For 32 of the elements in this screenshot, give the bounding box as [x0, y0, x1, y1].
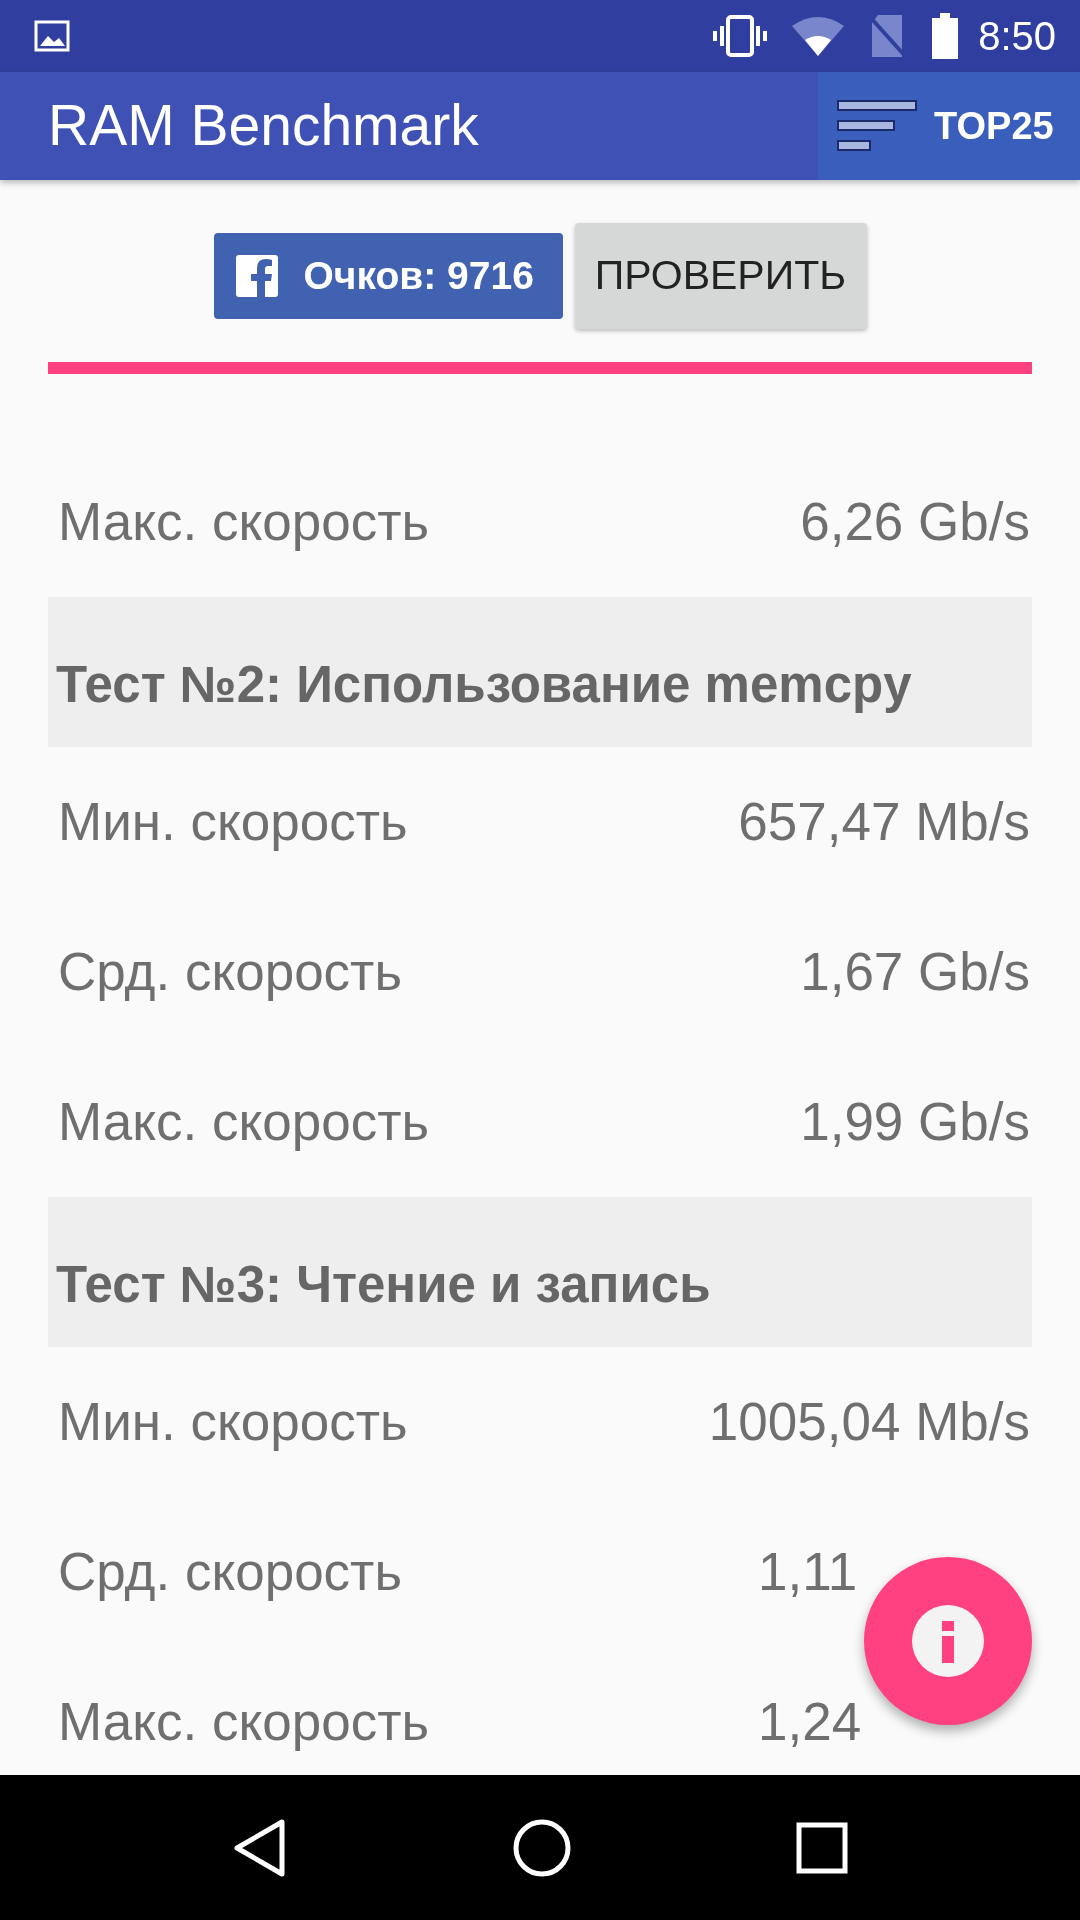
- metric-value: 1005,04 Mb/s: [708, 1391, 1030, 1454]
- wifi-icon: [792, 16, 845, 56]
- metric-value: 6,26 Gb/s: [800, 491, 1030, 554]
- metric-value: 657,47 Mb/s: [738, 791, 1030, 854]
- clock: 8:50: [978, 13, 1056, 60]
- metric-label: Макс. скорость: [58, 491, 430, 554]
- back-icon[interactable]: [232, 1817, 288, 1878]
- image-icon: [34, 20, 70, 52]
- list-icon: [836, 99, 918, 153]
- metric-label: Макс. скорость: [58, 1091, 430, 1154]
- metric-value: 1,11: [758, 1541, 858, 1604]
- metric-label: Срд. скорость: [58, 941, 402, 1004]
- section-header: Тест №3: Чтение и запись: [56, 1254, 711, 1315]
- top25-button[interactable]: TOP25: [818, 72, 1080, 180]
- metric-value: 1,24: [758, 1691, 862, 1754]
- metric-value: 1,67 Gb/s: [800, 941, 1030, 1004]
- score-button[interactable]: Очков: 9716: [213, 233, 563, 319]
- info-button[interactable]: [864, 1557, 1032, 1725]
- recents-icon[interactable]: [796, 1821, 848, 1874]
- check-button[interactable]: ПРОВЕРИТЬ: [574, 223, 867, 329]
- vibrate-icon: [712, 14, 769, 58]
- metric-value: 1,99 Gb/s: [800, 1091, 1030, 1154]
- metric-label: Срд. скорость: [58, 1541, 403, 1604]
- metric-label: Мин. скорость: [58, 1391, 408, 1454]
- home-icon[interactable]: [512, 1817, 572, 1878]
- facebook-icon: [235, 255, 278, 297]
- metric-label: Мин. скорость: [58, 791, 408, 854]
- metric-label: Макс. скорость: [58, 1691, 431, 1754]
- battery-icon: [932, 13, 959, 59]
- app-title: RAM Benchmark: [47, 92, 480, 160]
- info-icon: [912, 1605, 984, 1677]
- section-header: Тест №2: Использование memcpy: [56, 654, 912, 715]
